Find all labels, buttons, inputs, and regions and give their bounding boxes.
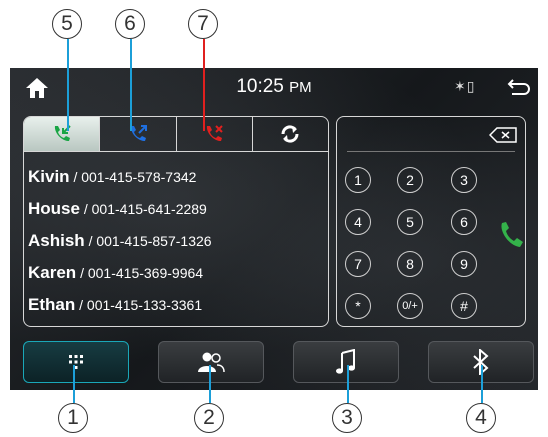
- key-2[interactable]: 2: [397, 167, 423, 193]
- incoming-call-icon: [54, 125, 71, 141]
- tab-dialed-calls[interactable]: [100, 117, 177, 151]
- callout-line-1: [73, 365, 75, 403]
- tab-sync[interactable]: [253, 117, 328, 151]
- key-hash[interactable]: #: [451, 293, 477, 319]
- key-star[interactable]: *: [345, 293, 371, 319]
- callout-line-7: [203, 39, 205, 131]
- callout-line-6: [130, 39, 132, 131]
- callout-1: 1: [58, 403, 88, 433]
- sync-icon: [281, 125, 299, 143]
- callout-line-4: [481, 365, 483, 403]
- contact-row[interactable]: Karen / 001-415-369-9964: [28, 257, 324, 289]
- back-button[interactable]: [506, 76, 532, 98]
- key-6[interactable]: 6: [451, 209, 477, 235]
- key-5[interactable]: 5: [397, 209, 423, 235]
- contact-row[interactable]: Ashish / 001-415-857-1326: [28, 225, 324, 257]
- contact-list: Kivin / 001-415-578-7342 House / 001-415…: [28, 161, 324, 321]
- call-button[interactable]: [497, 220, 525, 250]
- key-4[interactable]: 4: [345, 209, 371, 235]
- status-indicators: ✶▯: [454, 78, 475, 95]
- number-display: [347, 151, 515, 152]
- call-log-tabs: [24, 117, 328, 152]
- backspace-icon: [488, 127, 517, 143]
- callout-3: 3: [332, 403, 362, 433]
- phone-call-icon: [501, 222, 523, 247]
- backspace-button[interactable]: [488, 127, 517, 143]
- dialpad-button[interactable]: [23, 341, 129, 383]
- callout-line-3: [347, 365, 349, 403]
- bluetooth-usb-icon: ✶▯: [454, 78, 476, 94]
- callout-4: 4: [466, 403, 496, 433]
- key-9[interactable]: 9: [451, 251, 477, 277]
- dialpad-panel: 1 2 3 4 5 6 7 8 9 * 0/+ #: [336, 116, 526, 327]
- missed-call-icon: [207, 125, 223, 141]
- callout-line-5: [67, 39, 69, 131]
- tab-missed-calls[interactable]: [177, 117, 253, 151]
- status-bar: 10:25 PM ✶▯: [10, 68, 538, 108]
- call-log-panel: Kivin / 001-415-578-7342 House / 001-415…: [23, 116, 329, 327]
- music-button[interactable]: [293, 341, 399, 383]
- contacts-button[interactable]: [158, 341, 264, 383]
- key-0-plus[interactable]: 0/+: [397, 293, 423, 319]
- callout-5: 5: [52, 9, 82, 39]
- back-icon: [507, 79, 530, 95]
- key-8[interactable]: 8: [397, 251, 423, 277]
- callout-7: 7: [188, 9, 218, 39]
- contact-row[interactable]: House / 001-415-641-2289: [28, 193, 324, 225]
- key-7[interactable]: 7: [345, 251, 371, 277]
- callout-line-2: [209, 365, 211, 403]
- contacts-icon: [198, 352, 225, 373]
- contact-row[interactable]: Ethan / 001-415-133-3361: [28, 289, 324, 321]
- tab-received-calls[interactable]: [24, 117, 101, 151]
- key-3[interactable]: 3: [451, 167, 477, 193]
- music-note-icon: [336, 349, 355, 374]
- callout-6: 6: [115, 9, 145, 39]
- contact-row[interactable]: Kivin / 001-415-578-7342: [28, 161, 324, 193]
- callout-2: 2: [194, 403, 224, 433]
- key-1[interactable]: 1: [345, 167, 371, 193]
- dialpad-icon: [69, 355, 83, 369]
